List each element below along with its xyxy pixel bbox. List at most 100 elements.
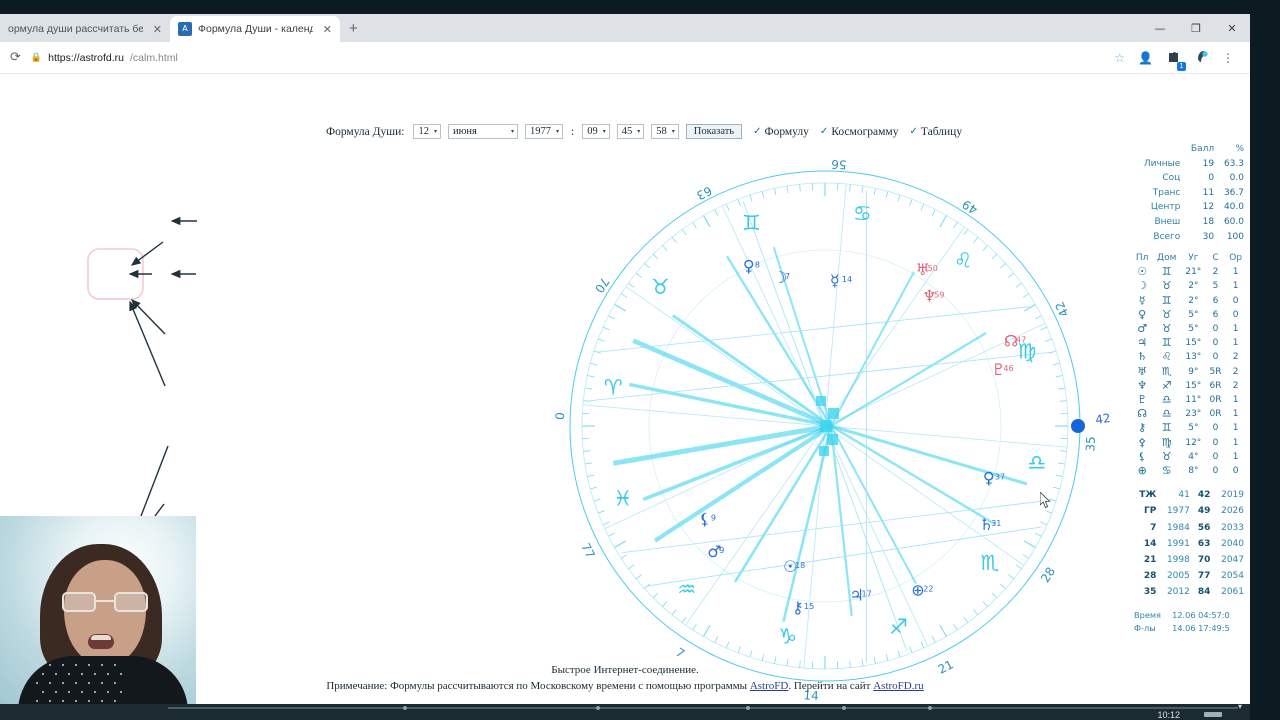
planet-row: ♀ ♉ 5° 6 0 — [1132, 308, 1246, 322]
wheel-tick — [786, 185, 789, 193]
browser-tab-1[interactable]: ормула души рассчитать бес ✕ — [0, 16, 170, 42]
planet-table-header-row: Пл Дом Уг С Ор — [1132, 251, 1246, 265]
reload-icon[interactable]: ⟳ — [10, 50, 21, 65]
planet-c-cell: 6 — [1212, 295, 1219, 306]
planet-row: ♇ ♎ 11° 0R 1 — [1132, 393, 1246, 407]
cycle-cell: 2040 — [1221, 538, 1244, 549]
planet-house-cell: ♌ — [1161, 350, 1172, 364]
astrofd-link[interactable]: AstroFD — [750, 680, 789, 692]
formula-glyph-moon: ☽ — [158, 478, 181, 508]
cycle-cell: 1977 — [1166, 506, 1190, 517]
wheel-tick — [644, 583, 650, 589]
video-player-bar[interactable]: 10:12 ▾ — [0, 702, 1250, 720]
screen-root: ормула души рассчитать бес ✕ А Формула Д… — [0, 0, 1280, 720]
planet-glyph-cell: ☉ — [1137, 265, 1148, 279]
formula-sup-mercury: 6 — [126, 267, 132, 278]
wheel-tick — [602, 521, 610, 526]
video-progress-bar[interactable] — [168, 706, 1238, 710]
formula-glyph-saturn: ♄ — [215, 261, 238, 291]
score-percent: 60.0 — [1223, 216, 1244, 227]
month-select[interactable]: июня ▾ — [447, 124, 518, 139]
planet-angle-cell: 23° — [1185, 409, 1202, 420]
arrow-proserpina-to-mercury — [129, 300, 166, 387]
planet-glyph-cell: ⚸ — [1138, 449, 1147, 463]
wheel-planet-degree: 9 — [719, 546, 724, 555]
zodiac-sign-glyph: ♐ — [889, 615, 908, 639]
cycle-cell: 21 — [1143, 555, 1157, 566]
address-bar[interactable]: 🔒 https://astrofd.ru/calm.html — [31, 52, 178, 64]
bookmark-star-icon[interactable]: ☆ — [1114, 51, 1125, 65]
omnibar: ⟳ 🔒 https://astrofd.ru/calm.html ☆ 👤 1 ⋮ — [0, 42, 1250, 74]
planet-c-cell: 0 — [1212, 423, 1219, 434]
timestamp-cell: 12.06 04:57:0 — [1172, 609, 1230, 620]
planet-angle-cell: 5° — [1188, 309, 1199, 320]
cycle-cell: 56 — [1197, 522, 1211, 533]
extension-icon[interactable]: 1 — [1166, 49, 1186, 71]
wheel-tick — [1035, 532, 1042, 537]
planet-glyph-cell: ⚴ — [1138, 435, 1147, 449]
score-row: Внеш 18 60.0 — [1132, 215, 1246, 230]
wheel-tick — [973, 609, 979, 616]
core-square — [816, 396, 826, 406]
cosmogram-wheel: ♈♉♊ ♋♌♍♎♏♐♑♒♓ 0706356494235282114777 ♀ 8☽7… — [552, 157, 1111, 703]
wheel-tick — [873, 188, 876, 196]
stud-dot — [114, 700, 116, 702]
planet-col-house: Дом — [1157, 253, 1177, 264]
wheel-tick — [973, 236, 979, 243]
wheel-planet-degree: 50 — [928, 264, 938, 273]
wheel-tick — [991, 253, 998, 260]
minimize-icon[interactable]: — — [1142, 14, 1178, 42]
maximize-icon[interactable]: ❐ — [1178, 14, 1214, 42]
tab-close-icon[interactable]: ✕ — [153, 23, 162, 36]
core-square — [820, 420, 832, 432]
planet-c-cell: 5 — [1212, 281, 1219, 292]
profile-avatar-icon[interactable] — [1194, 49, 1209, 67]
planet-glyph-cell: ⊕ — [1137, 464, 1147, 477]
stud-dot — [114, 664, 116, 666]
cycle-row: 7 1984 56 2033 — [1132, 520, 1246, 536]
wheel-tick — [597, 338, 605, 342]
new-tab-button[interactable]: + — [340, 16, 367, 42]
wheel-tick — [662, 601, 668, 607]
formula-glyph-chiron: ⚷ — [163, 319, 181, 347]
planet-c-cell: 0R — [1209, 409, 1222, 420]
score-row: Центр 12 40.0 — [1132, 200, 1246, 215]
person-icon[interactable]: 👤 — [1138, 51, 1153, 65]
day-select[interactable]: 12 ▾ — [413, 124, 441, 139]
stud-dot — [120, 691, 122, 693]
stud-dot — [36, 700, 38, 702]
stud-dot — [49, 682, 51, 684]
zodiac-sign-glyph: ♊ — [742, 211, 761, 235]
astrofd-site-link[interactable]: AstroFD.ru — [873, 680, 923, 692]
wheel-planet-degree: 15 — [804, 602, 814, 611]
timestamp-cell: 14.06 17:49:5 — [1172, 622, 1230, 633]
close-window-icon[interactable]: ✕ — [1214, 14, 1250, 42]
stud-dot — [88, 664, 90, 666]
video-control-pill[interactable] — [1204, 712, 1222, 717]
planet-row: ☽ ♉ 2° 5 1 — [1132, 279, 1246, 293]
tab-title: Формула Души - календарь — [198, 23, 313, 35]
formula-toolbar-label: Формула Души: — [326, 125, 405, 138]
browser-tab-2[interactable]: А Формула Души - календарь ✕ — [170, 16, 340, 42]
wheel-planet-degree: 37 — [995, 472, 1005, 481]
stud-dot — [94, 691, 96, 693]
planet-col-pl: Пл — [1135, 253, 1149, 264]
chevron-down-icon[interactable]: ▾ — [1238, 702, 1242, 711]
stud-dot — [62, 664, 64, 666]
glasses-bridge — [96, 600, 114, 602]
cycle-row: ГР 1977 49 2026 — [1132, 503, 1246, 519]
tab-close-icon[interactable]: ✕ — [323, 23, 332, 36]
wheel-tick — [1015, 564, 1022, 570]
wheel-tick — [584, 387, 592, 390]
wheel-tick — [590, 486, 598, 490]
mouse-cursor — [1040, 492, 1051, 509]
data-panel: Балл % Личные 19 63.3 Соц 0 0.0 Транс 11 36.7 Цен… — [1132, 142, 1250, 704]
wheel-tick — [963, 616, 969, 623]
wheel-tick — [725, 203, 730, 211]
zodiac-sign-glyph: ♏ — [980, 551, 999, 575]
browser-menu-icon[interactable]: ⋮ — [1222, 51, 1234, 65]
wheel-tick — [593, 498, 601, 502]
planet-row: ♃ ♊ 15° 0 1 — [1132, 336, 1246, 350]
wheel-planet-glyph: ♀ — [743, 256, 755, 275]
wheel-tick — [920, 203, 925, 211]
